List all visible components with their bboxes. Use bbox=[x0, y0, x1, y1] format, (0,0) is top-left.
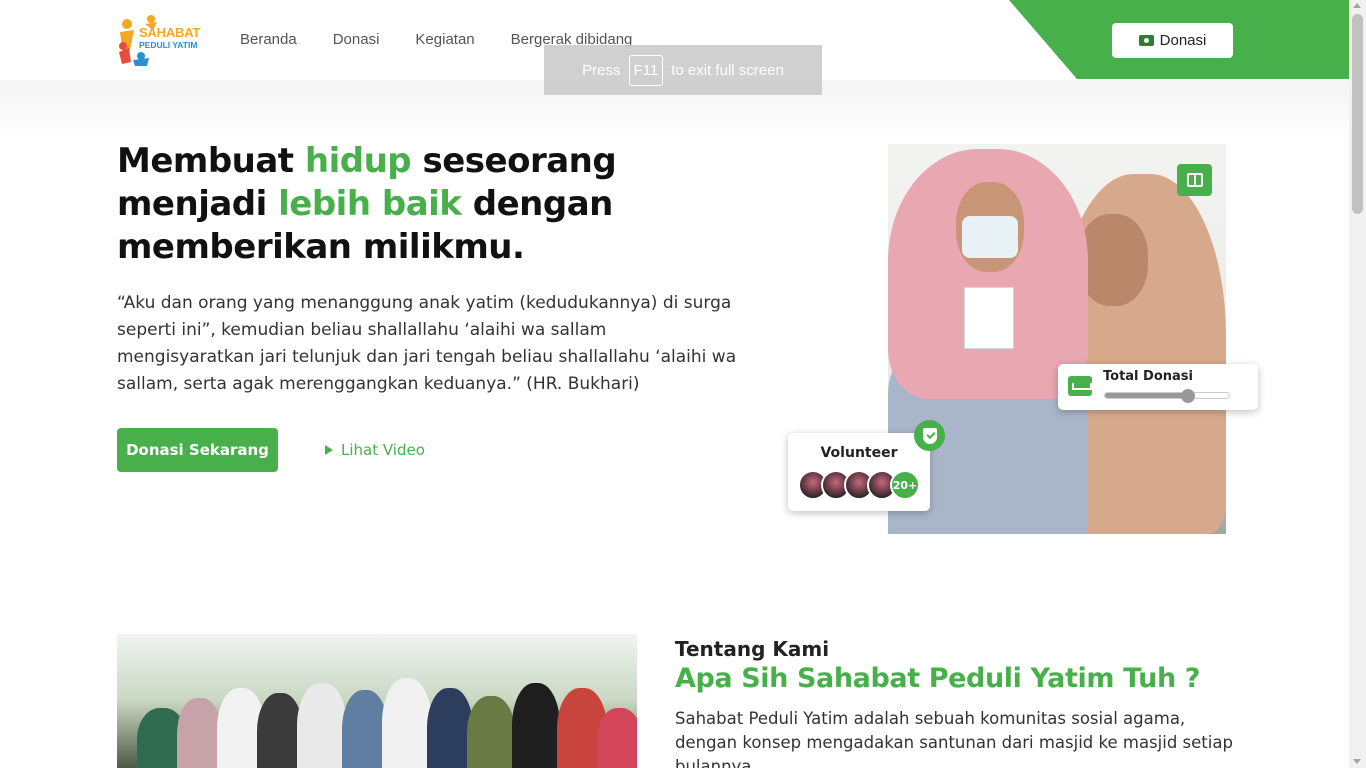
total-donation-progress bbox=[1104, 389, 1230, 403]
donate-now-button[interactable]: Donasi Sekarang bbox=[117, 428, 278, 472]
about-subtitle: Tentang Kami bbox=[675, 637, 830, 661]
shield-check-icon bbox=[922, 427, 937, 444]
nav-beranda[interactable]: Beranda bbox=[240, 31, 297, 48]
logo-line-2: PEDULI YATIM bbox=[139, 40, 198, 50]
wallet-icon bbox=[1068, 376, 1092, 396]
gift-icon bbox=[1186, 173, 1203, 187]
nav-donasi[interactable]: Donasi bbox=[333, 31, 380, 48]
watch-video-label: Lihat Video bbox=[341, 441, 425, 459]
header-donate-button[interactable]: Donasi bbox=[1112, 23, 1233, 58]
money-icon bbox=[1138, 35, 1154, 46]
hero-title-highlight-1: hidup bbox=[304, 141, 412, 181]
fullscreen-exit-toast: Press F11 to exit full screen bbox=[544, 45, 822, 95]
site-logo[interactable]: SAHABAT PEDULI YATIM bbox=[117, 14, 201, 66]
hero-title: Membuat hidup seseorang menjadi lebih ba… bbox=[117, 140, 737, 269]
about-text: Sahabat Peduli Yatim adalah sebuah komun… bbox=[675, 709, 1233, 768]
volunteer-label: Volunteer bbox=[820, 445, 898, 461]
header-donate-label: Donasi bbox=[1159, 32, 1207, 49]
verified-shield-badge bbox=[914, 420, 945, 451]
hero-photo bbox=[888, 144, 1226, 534]
toast-suffix: to exit full screen bbox=[671, 61, 784, 79]
scroll-up-icon[interactable] bbox=[1353, 3, 1361, 8]
page-scrollbar[interactable] bbox=[1349, 0, 1366, 768]
nav-kegiatan[interactable]: Kegiatan bbox=[415, 31, 474, 48]
toast-prefix: Press bbox=[582, 61, 621, 79]
progress-knob bbox=[1181, 389, 1196, 403]
toast-key: F11 bbox=[628, 54, 664, 86]
about-title: Apa Sih Sahabat Peduli Yatim Tuh ? bbox=[675, 663, 1201, 694]
volunteer-card: Volunteer 20+ bbox=[788, 433, 930, 511]
scroll-down-icon[interactable] bbox=[1353, 759, 1361, 764]
hero-quote: “Aku dan orang yang menanggung anak yati… bbox=[117, 293, 737, 394]
scrollbar-thumb[interactable] bbox=[1352, 14, 1363, 214]
logo-text: SAHABAT PEDULI YATIM bbox=[139, 26, 200, 50]
gift-button[interactable] bbox=[1177, 164, 1212, 196]
watch-video-link[interactable]: Lihat Video bbox=[325, 441, 425, 459]
play-icon bbox=[325, 445, 333, 455]
hero-title-highlight-2: lebih baik bbox=[278, 184, 462, 224]
volunteer-avatars: 20+ bbox=[798, 470, 920, 500]
logo-line-1: SAHABAT bbox=[139, 25, 201, 40]
volunteer-more-badge: 20+ bbox=[890, 470, 920, 500]
about-photo bbox=[117, 634, 637, 768]
total-donation-card: Total Donasi bbox=[1058, 364, 1258, 410]
total-donation-label: Total Donasi bbox=[1103, 369, 1193, 384]
hero-title-part-1: Membuat bbox=[117, 141, 305, 181]
